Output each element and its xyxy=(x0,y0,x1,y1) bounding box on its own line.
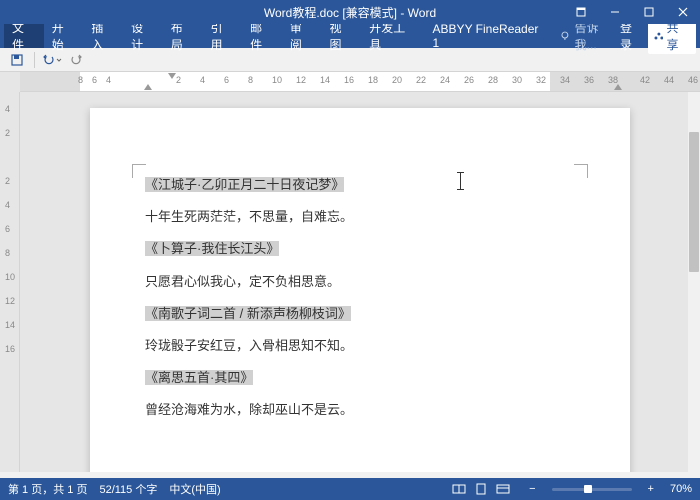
margin-corner xyxy=(132,164,146,178)
doc-line[interactable]: 《南歌子词二首 / 新添声杨柳枝词》 xyxy=(145,305,580,323)
doc-line[interactable]: 曾经沧海难为水，除却巫山不是云。 xyxy=(145,401,580,419)
tab-design[interactable]: 设计 xyxy=(123,24,163,48)
lightbulb-icon xyxy=(559,30,571,42)
doc-line[interactable]: 《离思五首·其四》 xyxy=(145,369,580,387)
left-indent-marker[interactable] xyxy=(144,84,152,90)
document-area: 4 2 2 4 6 8 10 12 14 16 《江城子·乙卯正月二十日夜记梦》… xyxy=(0,92,700,472)
doc-line[interactable]: 只愿君心似我心，定不负相思意。 xyxy=(145,273,580,291)
minimize-button[interactable] xyxy=(598,0,632,24)
zoom-slider[interactable] xyxy=(552,488,632,491)
tab-references[interactable]: 引用 xyxy=(202,24,242,48)
doc-line[interactable]: 《卜算子·我住长江头》 xyxy=(145,240,580,258)
window-title: Word教程.doc [兼容模式] - Word xyxy=(264,4,436,21)
separator xyxy=(34,52,35,68)
doc-line[interactable]: 十年生死两茫茫，不思量，自难忘。 xyxy=(145,208,580,226)
page-number-status[interactable]: 第 1 页，共 1 页 xyxy=(8,481,87,497)
web-layout-button[interactable] xyxy=(493,481,513,497)
undo-button[interactable] xyxy=(41,50,63,70)
tab-abbyy[interactable]: ABBYY FineReader 1 xyxy=(425,24,555,48)
vertical-scrollbar[interactable] xyxy=(688,92,700,472)
word-count-status[interactable]: 52/115 个字 xyxy=(99,481,157,497)
redo-button[interactable] xyxy=(65,50,87,70)
zoom-level[interactable]: 70% xyxy=(670,483,692,495)
right-indent-marker[interactable] xyxy=(614,84,622,90)
maximize-button[interactable] xyxy=(632,0,666,24)
ribbon-options-icon[interactable] xyxy=(564,0,598,24)
share-icon xyxy=(654,31,664,41)
ruler-scale: 8 6 4 2 4 6 8 10 12 14 16 18 20 22 24 26… xyxy=(20,72,700,91)
zoom-out-button[interactable]: − xyxy=(525,483,539,495)
zoom-in-button[interactable]: + xyxy=(644,483,658,495)
horizontal-ruler[interactable]: 8 6 4 2 4 6 8 10 12 14 16 18 20 22 24 26… xyxy=(0,72,700,92)
zoom-slider-knob[interactable] xyxy=(584,485,592,493)
language-status[interactable]: 中文(中国) xyxy=(169,481,220,497)
tab-home[interactable]: 开始 xyxy=(44,24,84,48)
scrollbar-thumb[interactable] xyxy=(689,132,699,272)
title-bar: Word教程.doc [兼容模式] - Word xyxy=(0,0,700,24)
window-controls xyxy=(564,0,700,24)
tab-file[interactable]: 文件 xyxy=(4,24,44,48)
read-mode-button[interactable] xyxy=(449,481,469,497)
first-line-indent-marker[interactable] xyxy=(168,73,176,79)
tab-review[interactable]: 审阅 xyxy=(282,24,322,48)
page-container[interactable]: 《江城子·乙卯正月二十日夜记梦》 十年生死两茫茫，不思量，自难忘。 《卜算子·我… xyxy=(20,92,700,472)
ribbon-tabs: 文件 开始 插入 设计 布局 引用 邮件 审阅 视图 开发工具 ABBYY Fi… xyxy=(0,24,700,48)
tab-insert[interactable]: 插入 xyxy=(83,24,123,48)
chevron-down-icon xyxy=(56,57,62,63)
close-button[interactable] xyxy=(666,0,700,24)
print-layout-button[interactable] xyxy=(471,481,491,497)
margin-corner xyxy=(574,164,588,178)
tab-developer[interactable]: 开发工具 xyxy=(361,24,424,48)
tell-me-search[interactable]: 告诉我... xyxy=(559,19,620,53)
doc-line[interactable]: 《江城子·乙卯正月二十日夜记梦》 xyxy=(145,176,580,194)
login-link[interactable]: 登录 xyxy=(620,19,644,53)
page[interactable]: 《江城子·乙卯正月二十日夜记梦》 十年生死两茫茫，不思量，自难忘。 《卜算子·我… xyxy=(90,108,630,472)
text-cursor xyxy=(460,172,461,190)
doc-line[interactable]: 玲珑骰子安红豆，入骨相思知不知。 xyxy=(145,337,580,355)
save-button[interactable] xyxy=(6,50,28,70)
tab-view[interactable]: 视图 xyxy=(322,24,362,48)
tab-layout[interactable]: 布局 xyxy=(163,24,203,48)
status-bar: 第 1 页，共 1 页 52/115 个字 中文(中国) − + 70% xyxy=(0,478,700,500)
tab-mailings[interactable]: 邮件 xyxy=(242,24,282,48)
view-buttons xyxy=(449,481,513,497)
vertical-ruler[interactable]: 4 2 2 4 6 8 10 12 14 16 xyxy=(0,92,20,472)
